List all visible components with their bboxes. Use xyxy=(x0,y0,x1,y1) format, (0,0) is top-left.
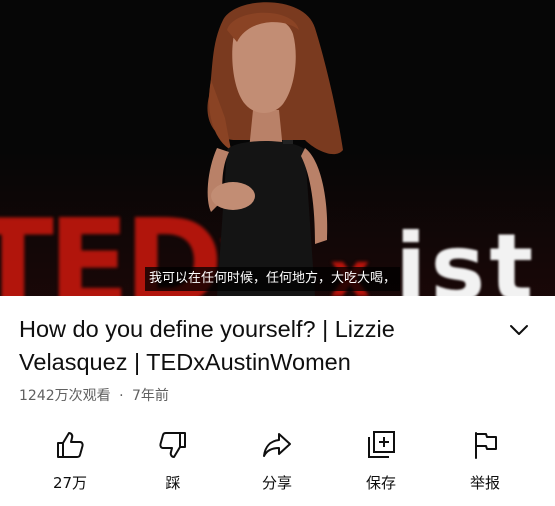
video-player[interactable]: TEDx x ist 我可以在任何时候，任何地方，大吃大喝， xyxy=(0,0,555,296)
like-count: 27万 xyxy=(52,474,88,492)
save-label: 保存 xyxy=(365,474,396,492)
action-bar: 27万 踩 分享 保存 举报 xyxy=(0,425,555,495)
share-label: 分享 xyxy=(261,474,292,492)
save-button[interactable]: 保存 xyxy=(346,425,416,495)
video-title[interactable]: How do you define yourself? | Lizzie Vel… xyxy=(19,313,489,379)
share-icon xyxy=(263,433,291,457)
thumbs-up-icon xyxy=(57,432,84,458)
video-meta: 1242万次观看 · 7年前 xyxy=(19,385,169,405)
austin-stage-letters: ist xyxy=(395,214,538,297)
like-button[interactable]: 27万 xyxy=(35,425,105,495)
dislike-label: 踩 xyxy=(165,474,181,492)
save-playlist-icon xyxy=(368,431,395,458)
upload-age: 7年前 xyxy=(132,388,169,404)
chevron-down-icon[interactable] xyxy=(508,322,530,338)
video-subtitle: 我可以在任何时候，任何地方，大吃大喝， xyxy=(145,267,401,291)
report-label: 举报 xyxy=(469,474,500,492)
meta-separator: · xyxy=(119,388,124,404)
share-button[interactable]: 分享 xyxy=(242,425,312,495)
flag-icon xyxy=(475,432,497,459)
thumbs-down-icon xyxy=(159,432,186,458)
speaker-figure xyxy=(207,2,343,296)
report-button[interactable]: 举报 xyxy=(450,425,520,495)
view-count: 1242万次观看 xyxy=(19,388,111,404)
dislike-button[interactable]: 踩 xyxy=(138,425,208,495)
